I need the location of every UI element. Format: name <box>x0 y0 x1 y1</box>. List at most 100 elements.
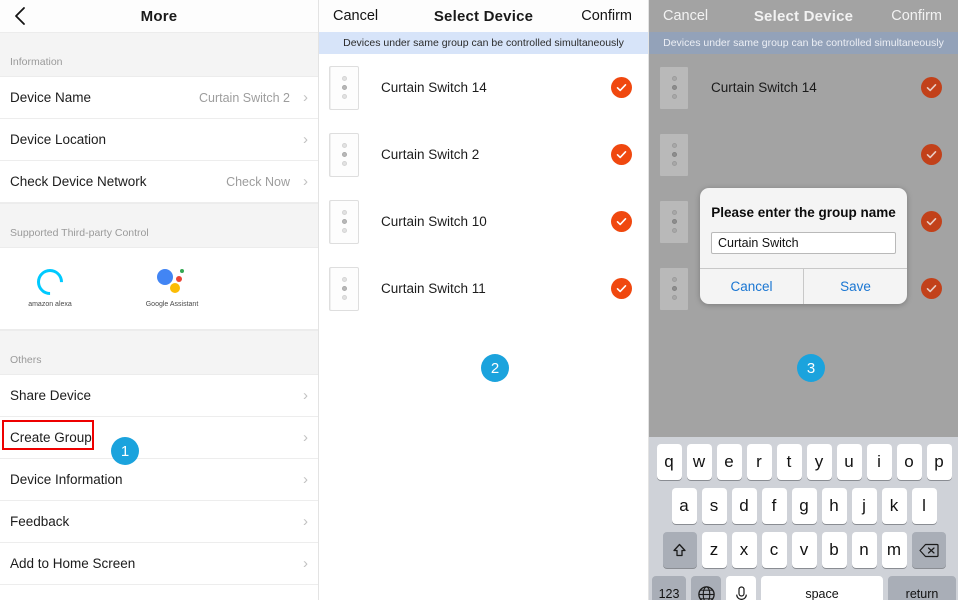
key-x[interactable]: x <box>732 532 757 568</box>
shift-arrow-icon[interactable] <box>663 532 697 568</box>
settings-row-check-device-network[interactable]: Check Device Network Check Now › <box>0 161 318 203</box>
device-row[interactable]: Curtain Switch 2 <box>319 121 648 188</box>
selected-check-icon[interactable] <box>921 278 942 299</box>
key-q[interactable]: q <box>657 444 682 480</box>
key-u[interactable]: u <box>837 444 862 480</box>
keyboard-row-2: a s d f g h j k l <box>652 488 956 524</box>
selected-check-icon[interactable] <box>921 144 942 165</box>
keyboard-row-1: q w e r t y u i o p <box>652 444 956 480</box>
cancel-button[interactable]: Cancel <box>323 8 388 24</box>
settings-row-label: Feedback <box>10 514 69 529</box>
page-title: More <box>0 8 318 25</box>
selected-check-icon[interactable] <box>611 278 632 299</box>
key-m[interactable]: m <box>882 532 907 568</box>
key-a[interactable]: a <box>672 488 697 524</box>
screenshot-stage: More Information Device Name Curtain Swi… <box>0 0 958 600</box>
chevron-right-icon: › <box>298 556 308 571</box>
key-g[interactable]: g <box>792 488 817 524</box>
device-row[interactable]: Curtain Switch 14 <box>649 54 958 121</box>
key-numbers[interactable]: 123 <box>652 576 686 600</box>
on-screen-keyboard: q w e r t y u i o p a s d f g h <box>649 437 958 600</box>
key-v[interactable]: v <box>792 532 817 568</box>
chevron-right-icon: › <box>298 472 308 487</box>
key-s[interactable]: s <box>702 488 727 524</box>
key-space[interactable]: space <box>761 576 883 600</box>
key-r[interactable]: r <box>747 444 772 480</box>
backspace-icon[interactable] <box>912 532 946 568</box>
key-k[interactable]: k <box>882 488 907 524</box>
settings-row-device-name[interactable]: Device Name Curtain Switch 2 › <box>0 77 318 119</box>
info-banner: Devices under same group can be controll… <box>319 32 648 54</box>
selected-check-icon[interactable] <box>611 77 632 98</box>
confirm-button[interactable]: Confirm <box>571 8 642 24</box>
dialog-save-button[interactable]: Save <box>804 269 907 304</box>
cancel-button[interactable]: Cancel <box>653 8 718 24</box>
back-button[interactable] <box>0 0 40 32</box>
device-name: Curtain Switch 10 <box>381 214 487 229</box>
selected-check-icon[interactable] <box>921 77 942 98</box>
device-name: Curtain Switch 2 <box>381 147 479 162</box>
microphone-icon[interactable] <box>726 576 756 600</box>
key-n[interactable]: n <box>852 532 877 568</box>
selected-check-icon[interactable] <box>611 211 632 232</box>
key-h[interactable]: h <box>822 488 847 524</box>
info-banner: Devices under same group can be controll… <box>649 32 958 54</box>
chevron-left-icon <box>14 6 26 26</box>
third-party-control-row: amazon alexa Google Assistant <box>0 248 318 330</box>
key-return[interactable]: return <box>888 576 956 600</box>
key-c[interactable]: c <box>762 532 787 568</box>
device-row[interactable]: Curtain Switch 10 <box>319 188 648 255</box>
key-t[interactable]: t <box>777 444 802 480</box>
curtain-switch-icon <box>329 267 359 311</box>
key-f[interactable]: f <box>762 488 787 524</box>
third-party-label: Google Assistant <box>146 301 199 308</box>
key-y[interactable]: y <box>807 444 832 480</box>
device-name: Curtain Switch 14 <box>381 80 487 95</box>
curtain-switch-icon <box>329 200 359 244</box>
settings-row-share-device[interactable]: Share Device › <box>0 375 318 417</box>
step-badge-3: 3 <box>797 354 825 382</box>
key-d[interactable]: d <box>732 488 757 524</box>
curtain-switch-icon <box>329 66 359 110</box>
panel-group-name-dialog: Cancel Select Device Confirm Devices und… <box>648 0 958 600</box>
device-row[interactable] <box>649 121 958 188</box>
chevron-right-icon: › <box>298 132 308 147</box>
settings-row-label: Device Information <box>10 472 123 487</box>
key-l[interactable]: l <box>912 488 937 524</box>
selected-check-icon[interactable] <box>611 144 632 165</box>
settings-row-label: Device Name <box>10 90 91 105</box>
key-w[interactable]: w <box>687 444 712 480</box>
group-name-input[interactable] <box>711 232 896 254</box>
settings-row-feedback[interactable]: Feedback › <box>0 501 318 543</box>
key-o[interactable]: o <box>897 444 922 480</box>
key-b[interactable]: b <box>822 532 847 568</box>
panel3-navbar: Cancel Select Device Confirm <box>649 0 958 32</box>
settings-row-device-information[interactable]: Device Information › <box>0 459 318 501</box>
key-z[interactable]: z <box>702 532 727 568</box>
panel-select-device: Cancel Select Device Confirm Devices und… <box>318 0 648 600</box>
settings-row-label: Share Device <box>10 388 91 403</box>
device-row[interactable]: Curtain Switch 14 <box>319 54 648 121</box>
settings-row-label: Device Location <box>10 132 106 147</box>
settings-row-device-location[interactable]: Device Location › <box>0 119 318 161</box>
key-p[interactable]: p <box>927 444 952 480</box>
settings-row-create-group[interactable]: Create Group › <box>0 417 318 459</box>
key-i[interactable]: i <box>867 444 892 480</box>
curtain-switch-icon <box>659 200 689 244</box>
third-party-google-assistant[interactable]: Google Assistant <box>136 269 208 308</box>
third-party-alexa[interactable]: amazon alexa <box>14 269 86 308</box>
dialog-cancel-button[interactable]: Cancel <box>700 269 803 304</box>
third-party-label: amazon alexa <box>28 301 72 308</box>
globe-icon[interactable] <box>691 576 721 600</box>
selected-check-icon[interactable] <box>921 211 942 232</box>
key-e[interactable]: e <box>717 444 742 480</box>
confirm-button[interactable]: Confirm <box>881 8 952 24</box>
key-j[interactable]: j <box>852 488 877 524</box>
keyboard-row-4: 123 <box>652 576 956 600</box>
group-name-dialog: Please enter the group name Cancel Save <box>700 188 907 304</box>
device-row[interactable]: Curtain Switch 11 <box>319 255 648 322</box>
settings-row-label: Check Device Network <box>10 174 147 189</box>
section-header-third-party: Supported Third-party Control <box>0 203 318 248</box>
settings-list: Information Device Name Curtain Switch 2… <box>0 32 318 600</box>
settings-row-add-to-home-screen[interactable]: Add to Home Screen › <box>0 543 318 585</box>
